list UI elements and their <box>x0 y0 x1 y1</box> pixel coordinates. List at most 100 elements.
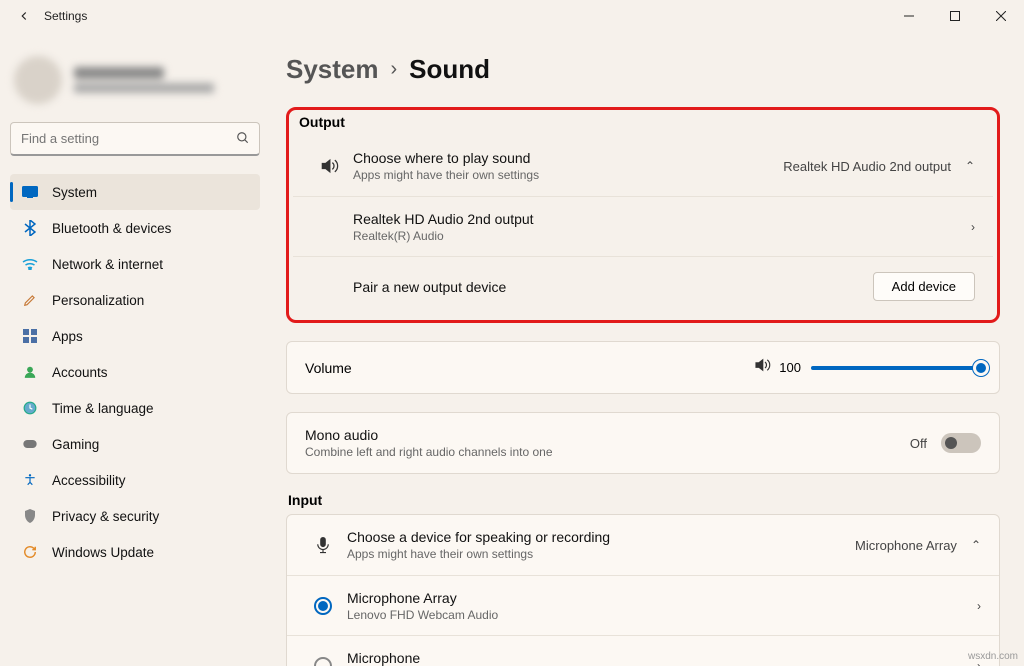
nav-label: Gaming <box>52 437 99 452</box>
main-content: System › Sound Output Choose where to pl… <box>270 32 1024 666</box>
nav-label: Bluetooth & devices <box>52 221 171 236</box>
nav-label: Accounts <box>52 365 108 380</box>
nav-label: System <box>52 185 97 200</box>
close-button[interactable] <box>978 0 1024 32</box>
choose-output-row[interactable]: Choose where to play sound Apps might ha… <box>293 136 993 196</box>
pair-output-row: Pair a new output device Add device <box>293 256 993 316</box>
output-section-label: Output <box>299 114 993 130</box>
user-name <box>74 67 164 79</box>
speaker-icon <box>311 156 347 176</box>
microphone-icon <box>305 535 341 555</box>
output-card: Choose where to play sound Apps might ha… <box>293 136 993 316</box>
window-controls <box>886 0 1024 32</box>
user-profile[interactable] <box>14 56 260 104</box>
nav-label: Privacy & security <box>52 509 159 524</box>
sidebar-item-apps[interactable]: Apps <box>10 318 260 354</box>
sidebar-item-update[interactable]: Windows Update <box>10 534 260 570</box>
speaker-icon[interactable] <box>753 356 771 379</box>
row-subtitle: Apps might have their own settings <box>353 168 783 182</box>
row-subtitle: Lenovo FHD Webcam Audio <box>347 608 977 622</box>
sidebar-item-gaming[interactable]: Gaming <box>10 426 260 462</box>
output-highlight: Output Choose where to play sound Apps m… <box>286 107 1000 323</box>
input-device-1-row[interactable]: Microphone Array Lenovo FHD Webcam Audio… <box>287 575 999 635</box>
nav-label: Accessibility <box>52 473 126 488</box>
watermark: wsxdn.com <box>968 651 1018 662</box>
row-title: Pair a new output device <box>353 279 873 295</box>
volume-slider[interactable] <box>811 366 981 370</box>
volume-row: Volume 100 <box>287 342 999 393</box>
radio-unselected[interactable] <box>314 657 332 666</box>
mono-audio-row[interactable]: Mono audio Combine left and right audio … <box>287 413 999 473</box>
search-input[interactable] <box>10 122 260 156</box>
sidebar-item-system[interactable]: System <box>10 174 260 210</box>
row-subtitle: Apps might have their own settings <box>347 547 855 561</box>
output-device-value: Realtek HD Audio 2nd output <box>783 159 951 174</box>
avatar <box>14 56 62 104</box>
input-section-label: Input <box>288 492 1000 508</box>
volume-value: 100 <box>779 360 801 375</box>
volume-label: Volume <box>305 360 352 376</box>
chevron-up-icon: ⌃ <box>971 538 981 552</box>
chevron-up-icon: ⌃ <box>965 159 975 173</box>
breadcrumb-parent[interactable]: System <box>286 54 379 85</box>
wifi-icon <box>22 256 38 272</box>
input-device-2-row[interactable]: Microphone Realtek(R) Audio › <box>287 635 999 666</box>
chevron-right-icon: › <box>391 58 398 81</box>
accounts-icon <box>22 364 38 380</box>
radio-selected[interactable] <box>314 597 332 615</box>
choose-input-row[interactable]: Choose a device for speaking or recordin… <box>287 515 999 575</box>
sidebar-item-privacy[interactable]: Privacy & security <box>10 498 260 534</box>
row-title: Choose a device for speaking or recordin… <box>347 529 855 545</box>
chevron-right-icon: › <box>977 599 981 613</box>
nav-label: Network & internet <box>52 257 163 272</box>
row-title: Microphone Array <box>347 590 977 606</box>
row-subtitle: Combine left and right audio channels in… <box>305 445 910 459</box>
bluetooth-icon <box>22 220 38 236</box>
row-title: Microphone <box>347 650 977 666</box>
mono-card: Mono audio Combine left and right audio … <box>286 412 1000 474</box>
system-icon <box>22 184 38 200</box>
sidebar-item-personalization[interactable]: Personalization <box>10 282 260 318</box>
input-device-value: Microphone Array <box>855 538 957 553</box>
slider-thumb[interactable] <box>973 360 989 376</box>
personalization-icon <box>22 292 38 308</box>
chevron-right-icon: › <box>971 220 975 234</box>
search-icon <box>236 131 250 150</box>
volume-card: Volume 100 <box>286 341 1000 394</box>
titlebar: Settings <box>0 0 1024 32</box>
update-icon <box>22 544 38 560</box>
sidebar-item-accessibility[interactable]: Accessibility <box>10 462 260 498</box>
breadcrumb: System › Sound <box>286 54 1000 85</box>
search-container <box>10 122 260 156</box>
nav-label: Apps <box>52 329 83 344</box>
add-output-device-button[interactable]: Add device <box>873 272 975 301</box>
sidebar-item-network[interactable]: Network & internet <box>10 246 260 282</box>
page-title: Sound <box>409 54 490 85</box>
nav-label: Time & language <box>52 401 154 416</box>
nav-label: Windows Update <box>52 545 154 560</box>
sidebar-item-bluetooth[interactable]: Bluetooth & devices <box>10 210 260 246</box>
privacy-icon <box>22 508 38 524</box>
nav-list: System Bluetooth & devices Network & int… <box>10 174 260 570</box>
nav-label: Personalization <box>52 293 144 308</box>
mono-state: Off <box>910 436 927 451</box>
output-device-row[interactable]: Realtek HD Audio 2nd output Realtek(R) A… <box>293 196 993 256</box>
input-card: Choose a device for speaking or recordin… <box>286 514 1000 666</box>
time-icon <box>22 400 38 416</box>
accessibility-icon <box>22 472 38 488</box>
sidebar: System Bluetooth & devices Network & int… <box>0 32 270 666</box>
window-title: Settings <box>44 9 87 23</box>
gaming-icon <box>22 436 38 452</box>
apps-icon <box>22 328 38 344</box>
row-subtitle: Realtek(R) Audio <box>353 229 971 243</box>
sidebar-item-time[interactable]: Time & language <box>10 390 260 426</box>
mono-toggle[interactable] <box>941 433 981 453</box>
sidebar-item-accounts[interactable]: Accounts <box>10 354 260 390</box>
user-email <box>74 83 214 93</box>
row-title: Realtek HD Audio 2nd output <box>353 211 971 227</box>
row-title: Mono audio <box>305 427 910 443</box>
row-title: Choose where to play sound <box>353 150 783 166</box>
maximize-button[interactable] <box>932 0 978 32</box>
minimize-button[interactable] <box>886 0 932 32</box>
back-button[interactable] <box>8 0 40 32</box>
